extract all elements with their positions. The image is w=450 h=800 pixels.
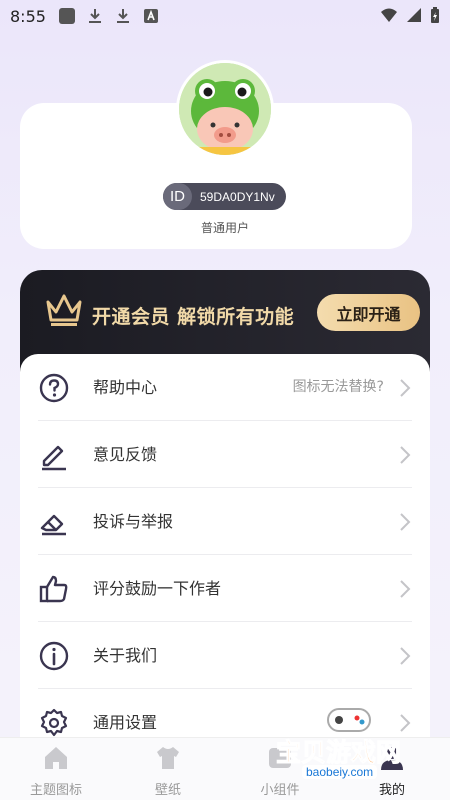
chevron-right-icon [398,646,412,666]
menu-item-hint: 图标无法替换? [292,379,384,395]
menu-item-help-center[interactable]: 帮助中心 图标无法替换? [20,354,430,421]
battery-icon [430,6,440,28]
menu-item-label: 投诉与举报 [93,512,174,531]
menu-item-label: 关于我们 [93,646,158,665]
menu-item-about-us[interactable]: 关于我们 [20,622,430,689]
chevron-right-icon [398,579,412,599]
status-bar: 8:55 [0,0,450,32]
menu-item-label: 帮助中心 [93,378,158,397]
watermark-title: 宝贝游戏网 [275,738,402,768]
id-badge: ID [163,183,192,210]
menu-item-complaint-report[interactable]: 投诉与举报 [20,488,430,555]
menu-item-label: 意见反馈 [93,445,158,464]
avatar[interactable] [176,60,274,158]
chevron-right-icon [398,512,412,532]
home-icon [42,744,70,772]
a-badge-icon [142,7,160,25]
tab-label: 主题图标 [29,783,82,798]
menu-item-label: 评分鼓励一下作者 [93,579,222,598]
question-icon [38,372,70,404]
user-id-value: 59DA0DY1Nv [200,189,275,204]
user-id-pill[interactable]: ID 59DA0DY1Nv [163,183,286,210]
download-icon [86,7,104,25]
menu-item-rate-author[interactable]: 评分鼓励一下作者 [20,555,430,622]
vip-promo-text: 开通会员 解锁所有功能 [92,306,295,328]
chevron-right-icon [398,445,412,465]
info-icon [38,640,70,672]
crown-icon [45,292,83,328]
site-watermark: 宝贝游戏网 baobeiy.com [270,705,445,785]
menu-item-feedback[interactable]: 意见反馈 [20,421,430,488]
tab-theme-icons[interactable]: 主题图标 [0,738,112,800]
vip-activate-button[interactable]: 立即开通 [317,294,420,331]
shirt-icon [154,744,182,772]
eraser-icon [38,506,70,538]
chevron-right-icon [398,378,412,398]
signal-icon [406,7,422,27]
app-square-icon [58,7,76,25]
tab-label: 壁纸 [154,783,181,798]
pencil-icon [38,439,70,471]
user-type-label: 普通用户 [200,221,249,235]
wifi-icon [380,7,398,27]
status-time: 8:55 [10,6,46,26]
download-icon [114,7,132,25]
thumbs-up-icon [38,573,70,605]
menu-card: 帮助中心 图标无法替换? 意见反馈 投诉与举报 评分鼓励一下作者 关于我们 通用… [20,354,430,754]
gear-icon [38,707,70,739]
tab-wallpaper[interactable]: 壁纸 [112,738,224,800]
watermark-url: baobeiy.com [302,765,378,779]
